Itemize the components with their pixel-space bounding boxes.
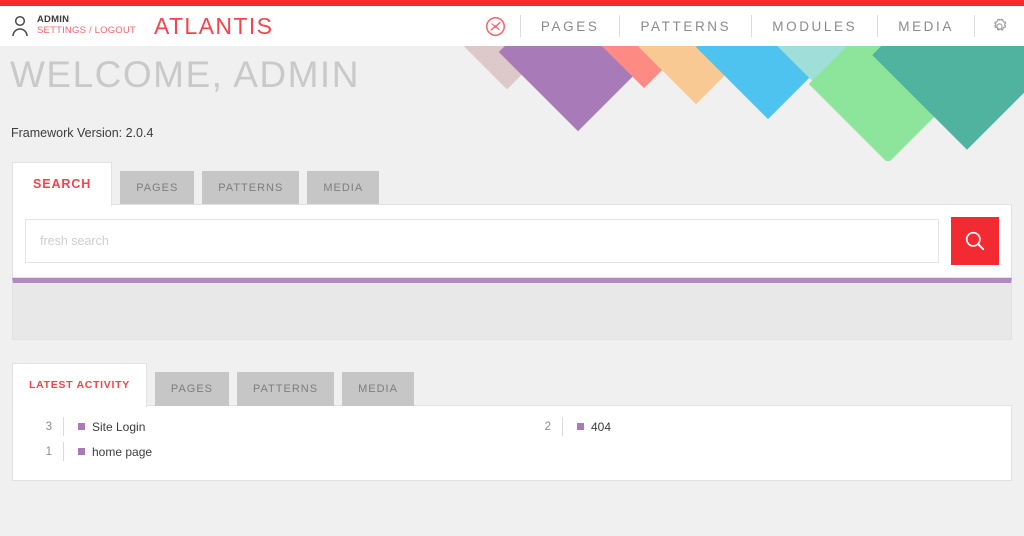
tab-search-patterns[interactable]: PATTERNS: [202, 171, 300, 205]
activity-count: 1: [45, 445, 52, 458]
nav-separator: [619, 15, 621, 37]
activity-label: Site Login: [92, 419, 146, 434]
brand-title: ATLANTIS: [153, 12, 274, 39]
list-item[interactable]: 2 404: [512, 414, 1011, 439]
activity-count: 2: [544, 420, 551, 433]
tab-search-media[interactable]: MEDIA: [307, 171, 380, 205]
tab-search[interactable]: SEARCH: [12, 162, 113, 206]
activity-column-right: 2 404: [512, 414, 1011, 480]
search-results-panel: [12, 278, 1012, 340]
framework-version-label: Framework Version: 2.0.4: [11, 126, 154, 140]
nav-item-patterns[interactable]: PATTERNS: [634, 19, 737, 34]
diamond-shape: [775, 46, 917, 115]
user-icon: [12, 15, 28, 37]
nav-item-modules[interactable]: MODULES: [766, 19, 863, 34]
activity-label: home page: [92, 444, 153, 459]
list-item[interactable]: 1 home page: [13, 439, 512, 464]
activity-section: LATEST ACTIVITY PAGES PATTERNS MEDIA 3 S…: [0, 362, 1024, 481]
activity-count: 3: [45, 420, 52, 433]
diamond-shape: [633, 46, 759, 105]
bullet-icon: [78, 448, 85, 455]
bullet-icon: [78, 423, 85, 430]
tab-search-pages[interactable]: PAGES: [120, 171, 195, 205]
diamond-shape: [588, 46, 700, 89]
diamond-shape: [454, 46, 560, 90]
diamond-shape: [808, 46, 968, 161]
nav-separator: [877, 15, 879, 37]
activity-divider: [63, 417, 64, 436]
tab-activity-pages[interactable]: PAGES: [154, 372, 230, 406]
welcome-hero: WELCOME, ADMIN Framework Version: 2.0.4: [0, 46, 1024, 161]
activity-tabs: LATEST ACTIVITY PAGES PATTERNS MEDIA: [12, 362, 1012, 407]
diamond-shape: [498, 46, 658, 132]
search-input[interactable]: [25, 219, 939, 263]
user-settings-logout-link[interactable]: SETTINGS / LOGOUT: [37, 25, 136, 37]
gear-icon[interactable]: [989, 16, 1010, 37]
tab-activity-media[interactable]: MEDIA: [342, 372, 414, 406]
search-section: SEARCH PAGES PATTERNS MEDIA: [0, 161, 1024, 340]
app-header: ADMIN SETTINGS / LOGOUT ATLANTIS PAGES P…: [0, 6, 1024, 46]
diamond-shape: [872, 46, 1024, 150]
main-navigation: PAGES PATTERNS MODULES MEDIA: [485, 6, 1024, 46]
search-tabs: SEARCH PAGES PATTERNS MEDIA: [12, 161, 1012, 206]
activity-card: 3 Site Login 1 home page 2 404: [12, 405, 1012, 481]
nav-separator: [519, 15, 521, 37]
dashboard-gauge-icon[interactable]: [485, 16, 506, 37]
activity-divider: [562, 417, 563, 436]
activity-label: 404: [591, 419, 612, 434]
search-row: [13, 205, 1011, 277]
nav-separator: [974, 15, 975, 37]
activity-column-left: 3 Site Login 1 home page: [13, 414, 512, 480]
nav-item-pages[interactable]: PAGES: [535, 19, 606, 34]
tab-activity-patterns[interactable]: PATTERNS: [237, 372, 335, 406]
bullet-icon: [577, 423, 584, 430]
activity-divider: [63, 442, 64, 461]
nav-item-media[interactable]: MEDIA: [892, 19, 960, 34]
diamond-shape: [695, 46, 841, 120]
search-submit-button[interactable]: [951, 217, 999, 265]
page-title: WELCOME, ADMIN: [10, 54, 360, 95]
search-card: [12, 204, 1012, 278]
magnifier-icon: [965, 231, 985, 251]
tab-latest-activity[interactable]: LATEST ACTIVITY: [12, 363, 147, 407]
list-item[interactable]: 3 Site Login: [13, 414, 512, 439]
nav-separator: [751, 15, 753, 37]
user-account-block[interactable]: ADMIN SETTINGS / LOGOUT: [0, 14, 136, 37]
